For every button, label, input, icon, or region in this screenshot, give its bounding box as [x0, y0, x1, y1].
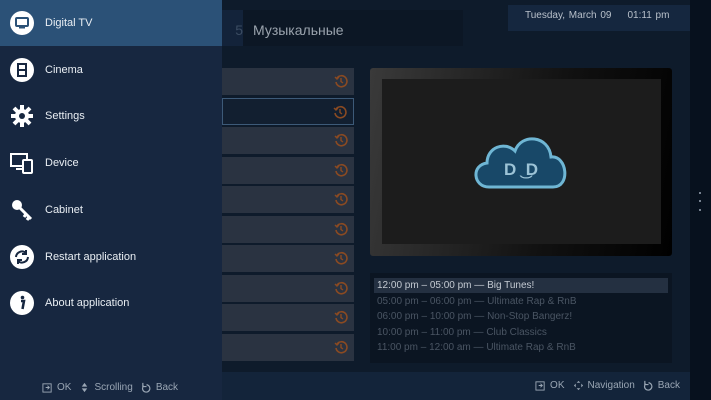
schedule-item[interactable]: 10:00 pm – 11:00 pm — Club Classics	[374, 325, 668, 340]
channel-row[interactable]	[222, 97, 354, 125]
footer-hints: OK Navigation Back	[222, 372, 690, 400]
sidebar-item-cinema[interactable]: Cinema	[0, 47, 222, 93]
tab-previous[interactable]: 5	[222, 10, 243, 46]
navigation-icon	[573, 380, 583, 391]
history-icon[interactable]	[334, 74, 348, 88]
ok-hint: OK	[550, 380, 565, 391]
ok-icon	[42, 383, 52, 393]
sidebar-menu: Digital TV Cinema Settings Device Cabinet Res…	[0, 0, 222, 400]
scroll-icon	[82, 382, 88, 393]
back-hint: Back	[657, 380, 680, 391]
schedule-item[interactable]: 06:00 pm – 10:00 pm — Non-Stop Bangerz!	[374, 309, 668, 324]
more-dot	[699, 200, 701, 202]
channel-row[interactable]	[222, 274, 354, 302]
ok-hint: OK	[57, 382, 72, 393]
channel-row[interactable]	[222, 127, 354, 154]
history-icon[interactable]	[334, 222, 348, 236]
more-dot	[699, 192, 701, 194]
devices-icon	[10, 153, 33, 175]
back-icon	[141, 382, 151, 393]
channel-row[interactable]	[222, 156, 354, 184]
sidebar-item-device[interactable]: Device	[0, 140, 222, 186]
date: Tuesday, March 09	[525, 10, 612, 21]
history-icon[interactable]	[334, 251, 348, 265]
date-time-bar: Tuesday, March 09 01:11 pm	[508, 5, 690, 31]
sidebar-item-settings[interactable]: Settings	[0, 93, 222, 139]
tab-music[interactable]: Музыкальные	[243, 10, 463, 46]
schedule-item[interactable]: 12:00 pm – 05:00 pm — Big Tunes!	[374, 278, 668, 293]
channel-row[interactable]	[222, 68, 354, 95]
channel-row[interactable]	[222, 245, 354, 272]
schedule-item[interactable]: 05:00 pm – 06:00 pm — Ultimate Rap & RnB	[374, 294, 668, 309]
gear-icon	[11, 105, 33, 128]
restart-icon	[10, 244, 34, 269]
sidebar-item-label: About application	[45, 297, 130, 310]
cloud-logo-icon: D ͜ D	[474, 137, 567, 189]
channel-row[interactable]	[222, 333, 354, 361]
sidebar-item-about-application[interactable]: About application	[0, 280, 222, 326]
svg-text:D ͜ D: D ͜ D	[504, 160, 538, 179]
schedule-list: 12:00 pm – 05:00 pm — Big Tunes! 05:00 pm…	[370, 273, 672, 363]
key-icon	[12, 199, 33, 221]
channel-row[interactable]	[222, 215, 354, 243]
history-icon[interactable]	[334, 133, 348, 147]
history-icon[interactable]	[334, 281, 348, 295]
scrolling-hint: Scrolling	[94, 382, 133, 393]
history-icon[interactable]	[333, 105, 347, 119]
info-icon	[10, 291, 34, 316]
video-preview[interactable]: D ͜ D	[382, 79, 661, 244]
sidebar-item-label: Cinema	[45, 63, 83, 76]
navigation-hint: Navigation	[587, 380, 635, 391]
history-icon[interactable]	[334, 310, 348, 324]
sidebar-item-cabinet[interactable]: Cabinet	[0, 187, 222, 233]
history-icon[interactable]	[334, 340, 348, 354]
history-icon[interactable]	[334, 192, 348, 206]
back-hint: Back	[155, 382, 179, 393]
history-icon[interactable]	[334, 163, 348, 177]
film-icon	[10, 57, 34, 82]
time: 01:11 pm	[627, 10, 670, 21]
back-icon	[643, 380, 653, 391]
sidebar-item-digital-tv[interactable]: Digital TV	[0, 0, 222, 46]
sidebar-item-label: Digital TV	[45, 17, 93, 29]
sidebar-item-label: Settings	[45, 110, 85, 123]
sidebar-item-restart-application[interactable]: Restart application	[0, 234, 222, 280]
channel-row[interactable]	[222, 186, 354, 213]
ok-icon	[535, 381, 545, 391]
more-dot	[699, 209, 701, 211]
sidebar-item-label: Cabinet	[45, 203, 83, 216]
tv-icon	[10, 11, 34, 35]
sidebar-item-label: Device	[45, 157, 79, 170]
channel-row[interactable]	[222, 304, 354, 331]
schedule-item[interactable]: 11:00 pm – 12:00 am — Ultimate Rap & RnB	[374, 340, 668, 355]
sidebar-item-label: Restart application	[45, 250, 137, 263]
